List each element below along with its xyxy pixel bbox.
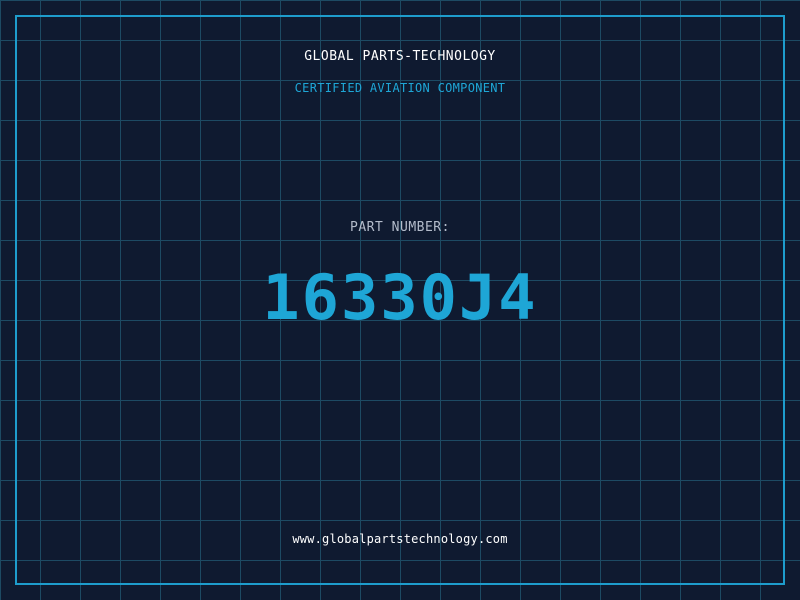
brand-subtitle: CERTIFIED AVIATION COMPONENT: [294, 81, 506, 95]
part-label-card: { "brand": { "title": "GLOBAL PARTS-TECH…: [0, 0, 800, 600]
part-number-label: PART NUMBER:: [350, 220, 450, 235]
website-link[interactable]: www.globalpartstechnology.com: [0, 531, 800, 547]
brand-title: GLOBAL PARTS-TECHNOLOGY: [304, 49, 496, 64]
part-number-value: 16330J4: [262, 261, 538, 334]
